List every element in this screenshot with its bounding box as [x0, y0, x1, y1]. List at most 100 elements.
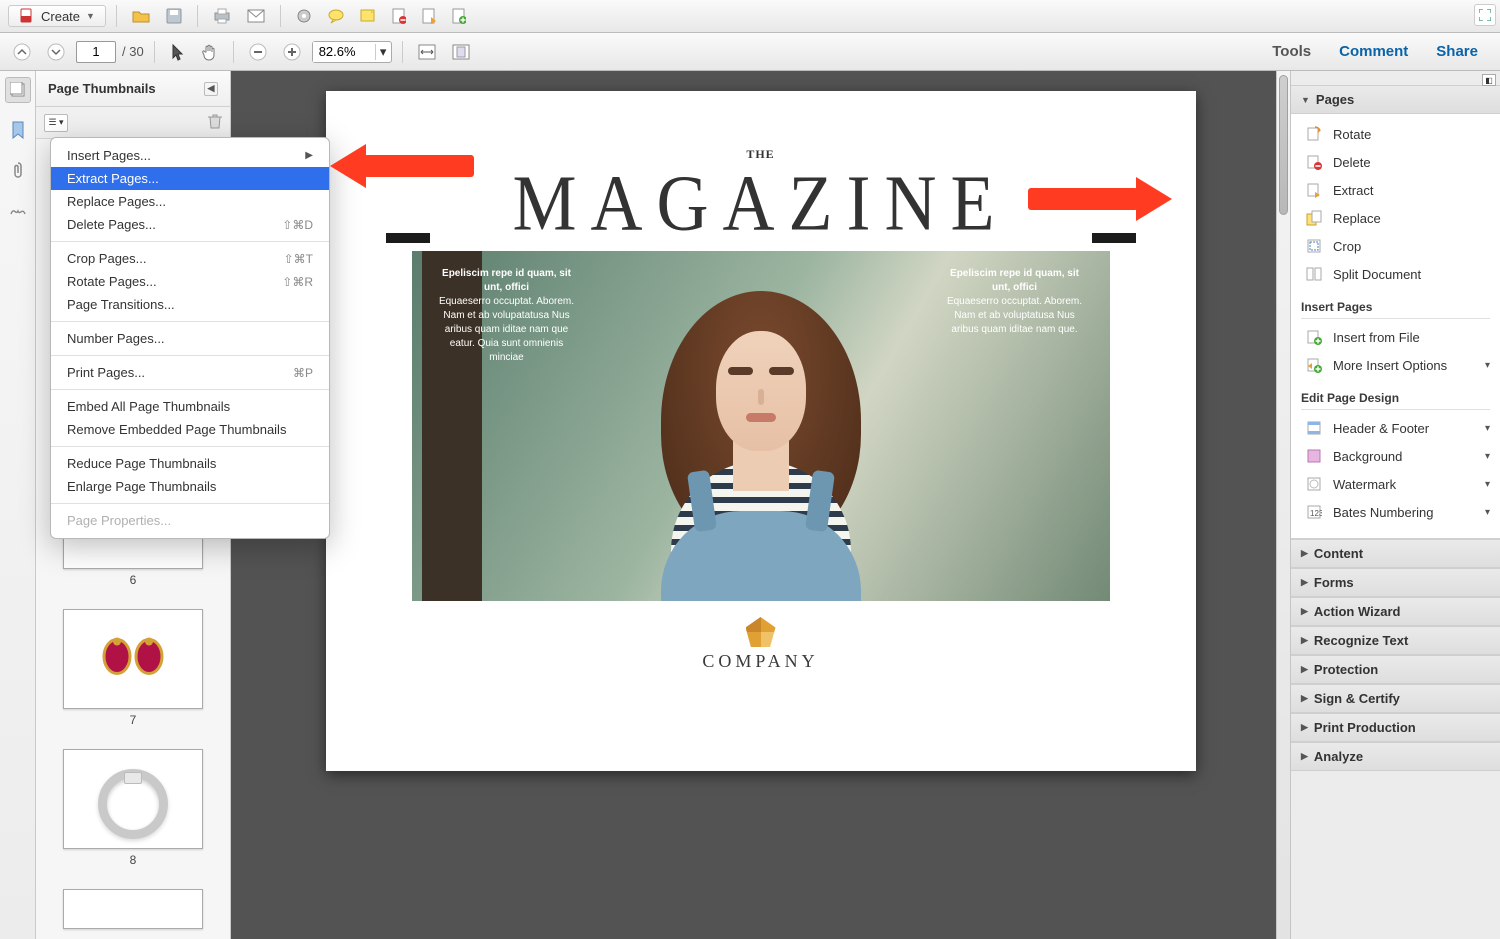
- crop-icon: [1305, 237, 1323, 255]
- caption-right-heading: Epeliscim repe id quam, sit unt, offici: [940, 267, 1090, 295]
- replace-icon: [1305, 209, 1323, 227]
- more-insert-icon: [1305, 356, 1323, 374]
- chevron-down-icon: ▼: [1301, 95, 1310, 105]
- create-label: Create: [41, 9, 80, 24]
- hero-image: Epeliscim repe id quam, sit unt, offici …: [412, 251, 1110, 601]
- analyze-section[interactable]: ▶Analyze: [1291, 742, 1500, 771]
- more-insert-tool[interactable]: More Insert Options▾: [1291, 351, 1500, 379]
- company-name: COMPANY: [346, 651, 1176, 672]
- menu-reduce-thumbnails[interactable]: Reduce Page Thumbnails: [51, 452, 329, 475]
- forms-section[interactable]: ▶Forms: [1291, 568, 1500, 597]
- fullscreen-button[interactable]: [1474, 4, 1496, 26]
- menu-delete-pages[interactable]: Delete Pages...⇧⌘D: [51, 213, 329, 236]
- sticky-note-button[interactable]: [355, 4, 381, 28]
- pages-section-header[interactable]: ▼ Pages: [1291, 85, 1500, 114]
- open-button[interactable]: [127, 4, 155, 28]
- menu-enlarge-thumbnails[interactable]: Enlarge Page Thumbnails: [51, 475, 329, 498]
- tab-tools[interactable]: Tools: [1258, 37, 1325, 66]
- menu-remove-embedded-thumbnails[interactable]: Remove Embedded Page Thumbnails: [51, 418, 329, 441]
- chevron-down-icon: ▾: [1485, 479, 1490, 490]
- recognize-text-section[interactable]: ▶Recognize Text: [1291, 626, 1500, 655]
- thumbnail-item[interactable]: [54, 889, 212, 929]
- thumbnails-tab[interactable]: [5, 77, 31, 103]
- left-iconbar: [0, 71, 36, 939]
- menu-crop-pages[interactable]: Crop Pages...⇧⌘T: [51, 247, 329, 270]
- crop-tool[interactable]: Crop: [1291, 232, 1500, 260]
- background-tool[interactable]: Background▾: [1291, 442, 1500, 470]
- thumbnails-title: Page Thumbnails: [48, 81, 156, 96]
- page-up-button[interactable]: [8, 40, 36, 64]
- signatures-tab[interactable]: [5, 197, 31, 223]
- insert-from-file-tool[interactable]: Insert from File: [1291, 323, 1500, 351]
- create-button[interactable]: Create ▼: [8, 5, 106, 27]
- settings-button[interactable]: [291, 4, 317, 28]
- attachments-tab[interactable]: [5, 157, 31, 183]
- menu-insert-pages[interactable]: Insert Pages...▶: [51, 144, 329, 167]
- rotate-icon: [1305, 125, 1323, 143]
- bookmarks-tab[interactable]: [5, 117, 31, 143]
- tab-comment[interactable]: Comment: [1325, 37, 1422, 66]
- remove-page-button[interactable]: [387, 4, 411, 28]
- collapse-panel-button[interactable]: ◀: [204, 82, 218, 96]
- watermark-icon: [1305, 475, 1323, 493]
- zoom-out-button[interactable]: [244, 40, 272, 64]
- extract-tool[interactable]: Extract: [1291, 176, 1500, 204]
- bates-tool[interactable]: 123Bates Numbering▾: [1291, 498, 1500, 526]
- split-tool[interactable]: Split Document: [1291, 260, 1500, 288]
- action-wizard-section[interactable]: ▶Action Wizard: [1291, 597, 1500, 626]
- thumbnail-item[interactable]: 8: [54, 749, 212, 867]
- menu-page-transitions[interactable]: Page Transitions...: [51, 293, 329, 316]
- thumbnail-item[interactable]: 7: [54, 609, 212, 727]
- delete-tool[interactable]: Delete: [1291, 148, 1500, 176]
- menu-rotate-pages[interactable]: Rotate Pages...⇧⌘R: [51, 270, 329, 293]
- panel-collapse-button[interactable]: ◧: [1482, 74, 1496, 86]
- pages-section-label: Pages: [1316, 92, 1354, 107]
- menu-replace-pages[interactable]: Replace Pages...: [51, 190, 329, 213]
- add-page-button[interactable]: [447, 4, 471, 28]
- protection-section[interactable]: ▶Protection: [1291, 655, 1500, 684]
- caption-left-heading: Epeliscim repe id quam, sit unt, offici: [432, 267, 582, 295]
- submenu-arrow-icon: ▶: [305, 150, 313, 161]
- header-footer-tool[interactable]: Header & Footer▾: [1291, 414, 1500, 442]
- chevron-down-icon: ▼: [86, 11, 95, 21]
- content-section[interactable]: ▶Content: [1291, 539, 1500, 568]
- zoom-input[interactable]: [313, 42, 375, 62]
- zoom-in-button[interactable]: [278, 40, 306, 64]
- rotate-tool[interactable]: Rotate: [1291, 120, 1500, 148]
- page-down-button[interactable]: [42, 40, 70, 64]
- delete-thumbnail-button[interactable]: [208, 113, 222, 132]
- select-tool-button[interactable]: [165, 40, 191, 64]
- thumbnail-label: 7: [130, 713, 137, 727]
- fit-width-button[interactable]: [413, 40, 441, 64]
- page-total-label: / 30: [122, 44, 144, 59]
- viewport-scrollbar[interactable]: [1276, 71, 1290, 939]
- background-icon: [1305, 447, 1323, 465]
- save-button[interactable]: [161, 4, 187, 28]
- zoom-field[interactable]: ▾: [312, 41, 392, 63]
- print-production-section[interactable]: ▶Print Production: [1291, 713, 1500, 742]
- fit-page-button[interactable]: [447, 40, 475, 64]
- menu-page-properties: Page Properties...: [51, 509, 329, 532]
- menu-number-pages[interactable]: Number Pages...: [51, 327, 329, 350]
- menu-extract-pages[interactable]: Extract Pages...: [51, 167, 329, 190]
- watermark-tool[interactable]: Watermark▾: [1291, 470, 1500, 498]
- caption-left-body: Equaeserro occuptat. Aborem. Nam et ab v…: [432, 295, 582, 365]
- sign-certify-section[interactable]: ▶Sign & Certify: [1291, 684, 1500, 713]
- menu-embed-thumbnails[interactable]: Embed All Page Thumbnails: [51, 395, 329, 418]
- print-button[interactable]: [208, 4, 236, 28]
- duplicate-page-button[interactable]: [417, 4, 441, 28]
- replace-tool[interactable]: Replace: [1291, 204, 1500, 232]
- email-button[interactable]: [242, 4, 270, 28]
- tools-panel: ◧ ▼ Pages Rotate Delete Extract Replace …: [1290, 71, 1500, 939]
- nav-toolbar: / 30 ▾ Tools Comment Share: [0, 33, 1500, 71]
- zoom-dropdown[interactable]: ▾: [375, 44, 391, 60]
- thumbnail-label: 8: [130, 853, 137, 867]
- comment-button[interactable]: [323, 4, 349, 28]
- page-number-input[interactable]: [76, 41, 116, 63]
- thumbnail-options-button[interactable]: ☰ ▾: [44, 114, 68, 132]
- menu-print-pages[interactable]: Print Pages...⌘P: [51, 361, 329, 384]
- chevron-down-icon: ▾: [1485, 360, 1490, 371]
- hand-tool-button[interactable]: [197, 40, 223, 64]
- company-logo-icon: [746, 617, 776, 647]
- tab-share[interactable]: Share: [1422, 37, 1492, 66]
